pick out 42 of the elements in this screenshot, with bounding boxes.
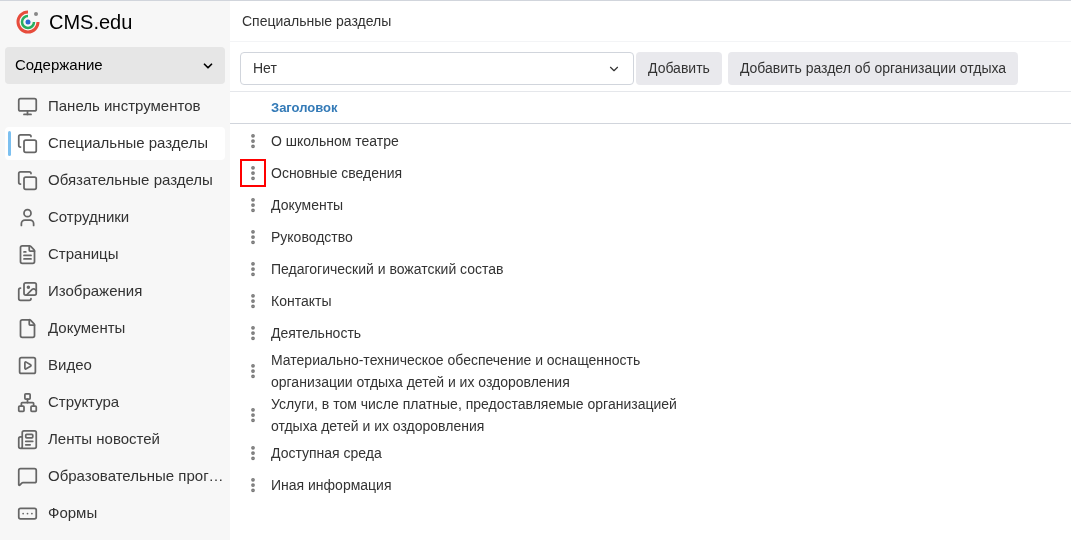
sidebar-item[interactable]: Структура: [5, 386, 225, 419]
row-title: Основные сведения: [271, 164, 404, 183]
monitor-icon: [17, 96, 38, 117]
row-title: О школьном театре: [271, 132, 400, 151]
row-title: Педагогический и вожатский состав: [271, 260, 505, 279]
logo-icon: [15, 9, 41, 35]
video-icon: [17, 355, 38, 376]
document-icon: [17, 318, 38, 339]
chat-icon: [17, 466, 38, 487]
stacked-squares-icon: [17, 170, 38, 191]
sidebar-item[interactable]: Ленты новостей: [5, 423, 225, 456]
sidebar-item[interactable]: Документы: [5, 312, 225, 345]
select-field[interactable]: Нет: [240, 52, 634, 85]
images-icon: [17, 281, 38, 302]
add-button[interactable]: Добавить: [636, 52, 722, 85]
row-title: Руководство: [271, 228, 354, 247]
sidebar-item[interactable]: Сотрудники: [5, 201, 225, 234]
row-title: Иная информация: [271, 476, 393, 495]
sidebar-item[interactable]: Изображения: [5, 275, 225, 308]
row-title: Материально-техническое обеспечение и оснащенность организации отдыха детей и их оздоровления: [271, 351, 642, 392]
pages-icon: [17, 244, 38, 265]
sidebar-item[interactable]: Панель инструментов: [5, 90, 225, 123]
row-title: Деятельность: [271, 324, 363, 343]
newspaper-icon: [17, 429, 38, 450]
row-title: Документы: [271, 196, 345, 215]
section-dropdown[interactable]: Содержание: [5, 47, 225, 84]
row-title: Контакты: [271, 292, 333, 311]
stacked-squares-icon: [17, 133, 38, 154]
sidebar-item[interactable]: Страницы: [5, 238, 225, 271]
page-title: Специальные разделы: [242, 11, 392, 31]
row-title: Доступная среда: [271, 444, 383, 463]
sidebar-item[interactable]: Специальные разделы: [5, 127, 225, 160]
app-name: CMS.edu: [49, 10, 133, 35]
row-menu-icon[interactable]: [240, 159, 266, 187]
add-button[interactable]: Добавить раздел об организации отдыха: [727, 52, 1019, 85]
sidebar-item[interactable]: Видео: [5, 349, 225, 382]
structure-icon: [17, 392, 38, 413]
sidebar-item[interactable]: Обязательные разделы: [5, 164, 225, 197]
sidebar-item[interactable]: Формы: [5, 497, 225, 530]
row-title: Услуги, в том числе платные, предоставляемые организацией отдыха детей и их оздоровления: [271, 395, 678, 436]
column-header[interactable]: Заголовок: [271, 97, 338, 118]
sidebar-item[interactable]: Образовательные прог…: [5, 460, 225, 493]
